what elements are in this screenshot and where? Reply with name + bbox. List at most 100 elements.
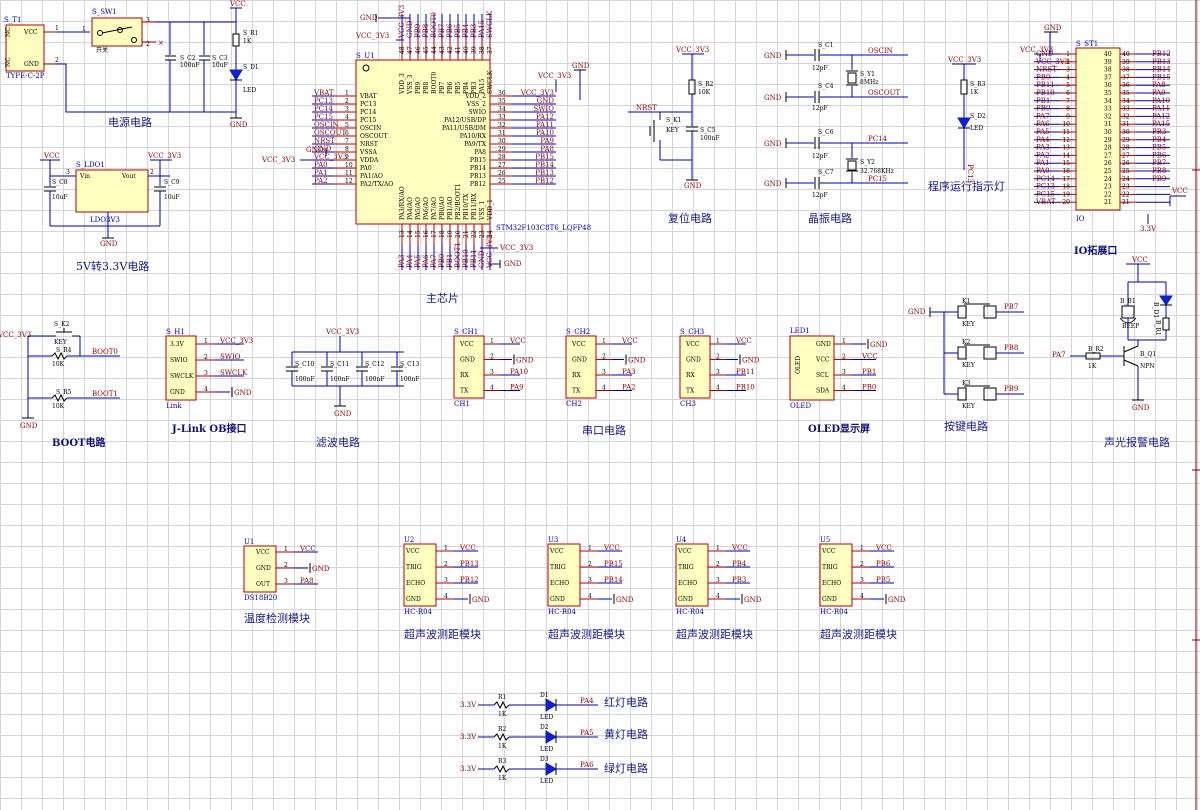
light-d-val-2: LED <box>540 778 553 785</box>
key-net-1: PB8 <box>1004 344 1018 352</box>
key-pad-a-0 <box>957 305 967 319</box>
mcu-top-vcc: VCC_3V3 <box>355 32 389 40</box>
us-footer-2: HC-R04 <box>676 608 705 616</box>
xt-c4-ref: S_C4 <box>818 83 834 90</box>
light-r-val-2: 1K <box>498 775 507 782</box>
io-pin-num-20: 20 <box>1062 199 1070 206</box>
mcu-net-16: PA6 <box>422 254 430 268</box>
xt-c1-val: 12pF <box>812 65 828 72</box>
io-pin-inner-24: 24 <box>1104 176 1112 183</box>
uart-pin-name-1-2: RX <box>572 372 582 379</box>
title-us1: 超声波测距模块 <box>404 627 481 641</box>
light-r-ref-1: R2 <box>498 726 507 733</box>
oled-net-1: VCC <box>861 353 878 361</box>
mcu-pin-num-37: 37 <box>487 46 494 54</box>
mcu-pin-name-3: PC14 <box>360 109 376 116</box>
oled-body-label: OLED <box>795 356 802 374</box>
io-pin-inner-40: 40 <box>1104 51 1112 58</box>
svg-text:×: × <box>158 39 164 47</box>
ldo-vin: Vin <box>79 173 90 180</box>
uart-pin-name-0-1: GND <box>460 357 475 364</box>
xt-c7-ref: S_C7 <box>818 169 834 176</box>
mcu-net-15: PA5 <box>414 254 422 268</box>
mcu-net-36: VCC_3V3 <box>520 89 554 97</box>
title-filter: 滤波电路 <box>316 436 360 449</box>
us-net-1-0: VCC <box>603 544 620 552</box>
us-pin-num-2-0: 1 <box>716 545 720 552</box>
io-pin-num-15: 15 <box>1062 160 1070 167</box>
mcu-pin-num-4: 4 <box>345 114 349 121</box>
uart-pin-num-0-2: 3 <box>490 369 494 376</box>
io-net-31: PA15 <box>1152 120 1170 128</box>
us-pin-name-3-0: VCC <box>821 548 836 555</box>
io-pin-num-14: 14 <box>1062 152 1070 159</box>
filter-cap-ref-1: S_C11 <box>330 361 349 368</box>
mcu-pin-name-10: PA0 <box>360 165 372 172</box>
mcu-bot-vcc: VCC_3V3 <box>499 244 533 252</box>
mcu-net-10: PA0 <box>314 161 328 169</box>
us-pin-num-3-0: 1 <box>860 545 864 552</box>
us-0-gnd-label: GND <box>472 596 490 604</box>
reset-k-val: KEY <box>666 127 680 134</box>
mcu-pin-num-18: 18 <box>439 230 446 238</box>
r5-ref: S_R5 <box>56 389 72 396</box>
oled-gnd-label: GND <box>870 341 888 349</box>
mcu-net-48: VCC_3V3 <box>398 5 406 39</box>
c8-ref: S_C8 <box>52 179 68 186</box>
io-net-39: PB13 <box>1152 58 1171 66</box>
mcu-net-45: PB8 <box>422 24 430 38</box>
xt-y1-val: 8MHz <box>860 79 878 86</box>
us-net-0-2: PB12 <box>460 576 479 584</box>
alarm-q-val: NPN <box>1140 363 1155 370</box>
mcu-pin-num-38: 38 <box>479 46 486 54</box>
mcu-net-41: PB5 <box>454 24 462 38</box>
io-net-26: PB7 <box>1152 159 1166 167</box>
temp-ref: U1 <box>244 538 254 546</box>
uart-pin-num-1-2: 3 <box>602 369 606 376</box>
uart-pin-name-0-3: TX <box>460 388 469 395</box>
us-net-3-1: PB6 <box>876 560 891 568</box>
xt-gnd3: GND <box>764 140 782 148</box>
mcu-pin-num-25: 25 <box>498 178 506 185</box>
power-gnd: GND <box>230 121 248 129</box>
mcu-pin-num-33: 33 <box>498 114 506 121</box>
mcu-pin-num-31: 31 <box>498 130 506 137</box>
us-pin-name-2-3: GND <box>678 596 693 603</box>
io-pin-inner-22: 22 <box>1104 191 1112 198</box>
light-d-val-1: LED <box>540 746 553 753</box>
key-pad-b-1 <box>983 346 997 360</box>
key-net-0: PB7 <box>1004 303 1018 311</box>
uart-pin-name-1-3: TX <box>572 388 581 395</box>
us-pin-name-0-1: TRIG <box>406 564 422 571</box>
mcu-pin-name-35: VSS_2 <box>466 101 486 108</box>
title-us3: 超声波测距模块 <box>676 627 753 641</box>
mcu-pin-num-35: 35 <box>498 98 506 105</box>
io-net-13: PA3 <box>1036 144 1050 152</box>
uart-ref-2: S_CH3 <box>680 328 704 336</box>
mcu-pin-num-2: 2 <box>345 98 349 105</box>
io-pin-inner-36: 36 <box>1104 82 1112 89</box>
schematic-canvas: S_T1 NC VCC NC GND TYPE-C-2P 12 S_SW1 开关… <box>0 0 1200 810</box>
mcu-pin-num-34: 34 <box>498 106 506 113</box>
filter-vcc: VCC_3V3 <box>325 328 359 336</box>
us-pin-num-3-3: 4 <box>860 593 864 600</box>
alarm-r1-ref: B_R1 <box>1154 320 1161 336</box>
io-pin-inner-25: 25 <box>1104 168 1112 175</box>
mcu-net-23: GND <box>478 250 486 268</box>
mcu-pin-num-42: 42 <box>447 46 454 54</box>
io-pin-inner-35: 35 <box>1104 90 1112 97</box>
c8-val: 10uF <box>52 194 68 201</box>
c9-val: 10uF <box>164 194 180 201</box>
io-pin-num-13: 13 <box>1062 145 1070 152</box>
light-net-0: PA4 <box>580 697 594 705</box>
reset-vcc: VCC_3V3 <box>675 46 709 54</box>
svg-text:1: 1 <box>82 26 86 33</box>
light-d-ref-1: D2 <box>540 724 549 731</box>
xt-gnd4: GND <box>764 180 782 188</box>
temp-pin-name-1: GND <box>256 565 271 572</box>
uart-pin-name-0-2: RX <box>460 372 470 379</box>
uart-net-1-3: PA2 <box>622 384 636 392</box>
uart-footer-1: CH2 <box>566 400 582 408</box>
us-3-gnd-label: GND <box>888 596 906 604</box>
mcu-net-29: PA8 <box>540 145 554 153</box>
